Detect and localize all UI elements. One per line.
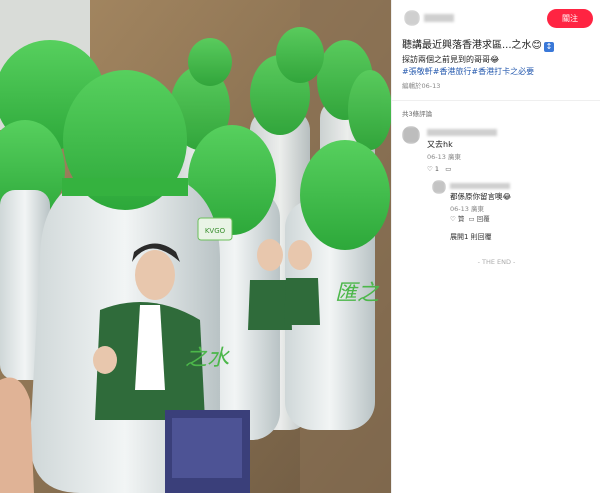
comment-meta: 06-13 廣東 xyxy=(427,153,461,161)
comment-actions: ♡ 1 ▭ xyxy=(427,165,451,174)
heart-icon[interactable]: ♡ xyxy=(450,215,456,223)
reply-actions: ♡ 贊 ▭ 回覆 xyxy=(450,215,490,224)
reply-reply-label[interactable]: 回覆 xyxy=(477,215,490,223)
follow-button[interactable]: 關注 xyxy=(547,9,593,28)
author-name[interactable] xyxy=(424,14,454,22)
reply-meta: 06-13 廣東 xyxy=(450,205,484,213)
end-marker: - THE END - xyxy=(477,258,516,266)
comment-bubble-icon[interactable]: ▭ xyxy=(469,215,475,223)
reply-text: 都係原你留言噢😂 xyxy=(450,192,512,201)
post-photo[interactable]: 匯之 之水 KVGO xyxy=(0,0,392,493)
author-avatar[interactable] xyxy=(404,10,420,26)
title-badge-icon: ↕ xyxy=(543,42,554,52)
comment-bubble-icon[interactable]: ▭ xyxy=(445,165,451,173)
post-detail-panel: 關注 聽講最近興落香港求區...之水😊 ↕ 探訪兩個之前見到的哥哥😂 #張敬軒#香… xyxy=(391,0,600,493)
comment-username[interactable] xyxy=(427,129,497,136)
comment-text: 又去hk xyxy=(427,140,453,149)
bottles-photo: 匯之 之水 KVGO xyxy=(0,0,392,493)
reply-username[interactable] xyxy=(450,183,510,189)
svg-text:之水: 之水 xyxy=(185,346,230,371)
bottle-calligraphy-right: 匯之 xyxy=(335,281,380,306)
divider xyxy=(392,100,600,101)
svg-text:KVGO: KVGO xyxy=(205,227,226,235)
comment-avatar[interactable] xyxy=(402,126,420,144)
post-title: 聽講最近興落香港求區...之水😊 ↕ xyxy=(402,40,554,52)
expand-replies-link[interactable]: 展開1 則回覆 xyxy=(450,233,492,242)
post-hashtags[interactable]: #張敬軒#香港旅行#香港打卡之必要 xyxy=(402,66,534,77)
reply-avatar[interactable] xyxy=(432,180,446,194)
post-body: 探訪兩個之前見到的哥哥😂 xyxy=(402,55,500,64)
reply-like-label[interactable]: 贊 xyxy=(458,215,465,223)
edited-date: 編輯於06-13 xyxy=(402,82,441,90)
comment-count: 共3條評論 xyxy=(402,110,433,118)
heart-icon[interactable]: ♡ xyxy=(427,165,433,173)
comment-like-count: 1 xyxy=(434,165,440,173)
